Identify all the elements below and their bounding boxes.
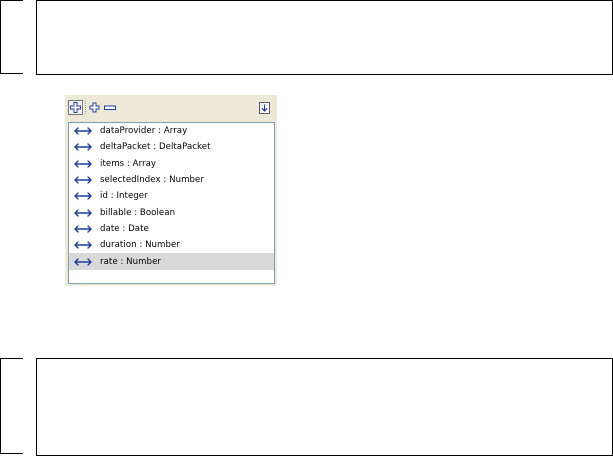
bidirectional-arrow-icon <box>73 142 93 152</box>
binding-row[interactable]: rate : Number <box>69 253 274 270</box>
binding-row[interactable]: deltaPacket : DeltaPacket <box>69 139 274 155</box>
binding-row-label: selectedIndex : Number <box>100 175 204 186</box>
top-frame <box>36 0 613 75</box>
add-child-binding-button[interactable] <box>87 100 102 115</box>
bidirectional-arrow-icon <box>73 240 93 250</box>
bindings-panel: dataProvider : Array deltaPacket : DeltaP… <box>65 95 277 286</box>
remove-binding-button[interactable] <box>102 100 117 115</box>
binding-row[interactable]: items : Array <box>69 156 274 172</box>
bidirectional-arrow-icon <box>73 191 93 201</box>
bidirectional-arrow-icon <box>73 208 93 218</box>
minus-icon <box>103 105 116 110</box>
binding-row-label: deltaPacket : DeltaPacket <box>100 142 211 153</box>
binding-row-label: billable : Boolean <box>100 207 176 218</box>
binding-row-label: rate : Number <box>100 256 161 267</box>
plus-box-icon <box>70 102 81 113</box>
bidirectional-arrow-icon <box>73 224 93 234</box>
binding-row[interactable]: date : Date <box>69 221 274 237</box>
bindings-toolbar <box>65 95 277 122</box>
binding-row[interactable]: id : Integer <box>69 188 274 204</box>
bidirectional-arrow-icon <box>73 257 93 267</box>
arrow-down-icon <box>259 101 270 114</box>
plus-small-icon <box>89 102 100 113</box>
binding-row[interactable]: billable : Boolean <box>69 204 274 220</box>
bidirectional-arrow-icon <box>73 126 93 136</box>
binding-row-label: duration : Number <box>100 240 180 251</box>
binding-row-label: items : Array <box>100 158 157 169</box>
binding-row-label: date : Date <box>100 223 149 234</box>
import-binding-button[interactable] <box>257 100 272 115</box>
bottom-frame <box>36 358 613 456</box>
binding-row[interactable]: duration : Number <box>69 237 274 253</box>
binding-row[interactable]: selectedIndex : Number <box>69 172 274 188</box>
bidirectional-arrow-icon <box>73 175 93 185</box>
bottom-frame-tab <box>0 358 23 454</box>
binding-row-label: id : Integer <box>100 191 148 202</box>
top-frame-tab <box>0 0 23 74</box>
add-binding-button[interactable] <box>68 100 83 115</box>
binding-row[interactable]: dataProvider : Array <box>69 123 274 139</box>
binding-row-label: dataProvider : Array <box>100 126 188 137</box>
bidirectional-arrow-icon <box>73 159 93 169</box>
bindings-list: dataProvider : Array deltaPacket : DeltaP… <box>68 122 275 284</box>
